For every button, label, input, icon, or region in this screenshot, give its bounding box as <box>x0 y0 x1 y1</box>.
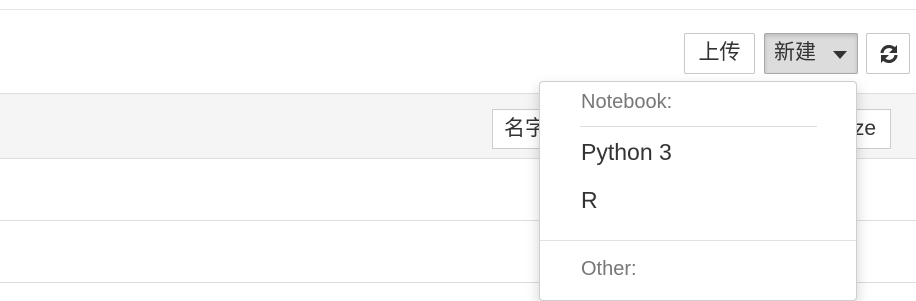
new-dropdown-menu: Notebook: Python 3 R Other: <box>539 81 857 301</box>
other-section-header: Other: <box>581 258 637 280</box>
menu-divider <box>540 240 856 241</box>
menu-header-rule <box>580 126 817 127</box>
notebook-section-header: Notebook: <box>581 91 673 113</box>
refresh-button[interactable] <box>866 33 910 74</box>
refresh-icon <box>880 44 898 64</box>
menu-item-python3[interactable]: Python 3 <box>581 137 672 167</box>
caret-down-icon <box>833 51 847 59</box>
new-button[interactable]: 新建 <box>764 33 858 74</box>
new-button-label: 新建 <box>774 41 816 64</box>
upload-button[interactable]: 上传 <box>684 33 755 74</box>
top-divider <box>0 9 916 10</box>
menu-item-r[interactable]: R <box>581 185 598 215</box>
